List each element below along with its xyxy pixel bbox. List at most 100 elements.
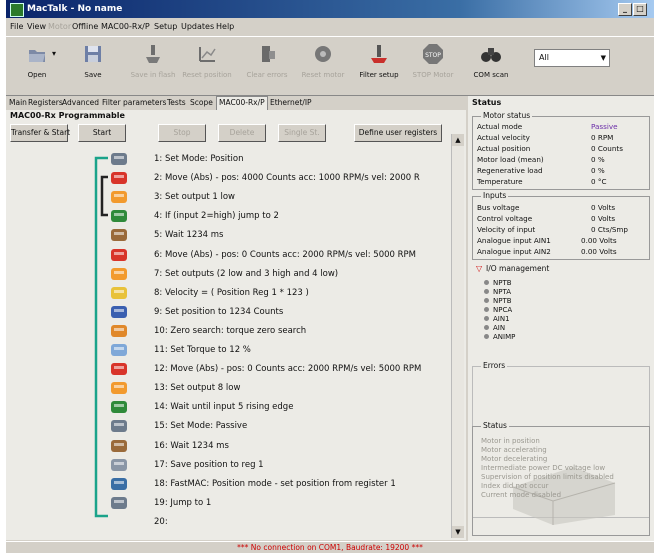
io-led-icon (484, 316, 489, 321)
control-voltage-label: Control voltage (477, 214, 533, 223)
tab-ethernet-ip[interactable]: Ethernet/IP (270, 97, 312, 109)
menu-mac00[interactable]: MAC00-Rx/P (101, 22, 150, 31)
program-line[interactable]: 20: (154, 517, 168, 527)
program-line[interactable]: 19: Jump to 1 (154, 498, 211, 508)
tab-filter-parameters[interactable]: Filter parameters (102, 97, 166, 109)
menu-motor[interactable]: Motor (48, 22, 71, 31)
temperature-value: 0 °C (591, 177, 607, 186)
transfer-start-button[interactable]: Transfer & Start (10, 124, 70, 142)
filter-setup-button[interactable]: Filter setup (356, 41, 402, 91)
io-item-label: AIN1 (493, 315, 510, 323)
fastmac-icon[interactable] (108, 475, 130, 493)
status-flag: Intermediate power DC voltage low (481, 464, 606, 472)
program-line[interactable]: 16: Wait 1234 ms (154, 441, 229, 451)
open-button[interactable]: ▾ Open (14, 41, 60, 91)
calculate-icon[interactable] (108, 284, 130, 302)
stop-button[interactable]: Stop (158, 124, 206, 142)
start-button[interactable]: Start (78, 124, 126, 142)
menu-offline[interactable]: Offline (72, 22, 98, 31)
device-select[interactable]: All ▼ (534, 49, 610, 67)
program-line[interactable]: 3: Set output 1 low (154, 192, 235, 202)
clear-errors-button[interactable]: Clear errors (244, 41, 290, 91)
program-line[interactable]: 9: Set position to 1234 Counts (154, 307, 283, 317)
menu-view[interactable]: View (27, 22, 46, 31)
program-line[interactable]: 17: Save position to reg 1 (154, 460, 264, 470)
move-icon[interactable] (108, 246, 130, 264)
set-mode-icon[interactable] (108, 417, 130, 435)
control-voltage-value: 0 Volts (591, 214, 616, 223)
reset-position-icon (199, 47, 216, 62)
menu-file[interactable]: File (10, 22, 23, 31)
tab-tests[interactable]: Tests (167, 97, 186, 109)
set-torque-icon[interactable] (108, 341, 130, 359)
menu-bar: File View Motor Offline MAC00-Rx/P Setup… (6, 20, 654, 34)
program-line[interactable]: 15: Set Mode: Passive (154, 421, 247, 431)
program-line[interactable]: 5: Wait 1234 ms (154, 230, 223, 240)
save-position-icon[interactable] (108, 456, 130, 474)
io-item-label: NPTB (493, 297, 512, 305)
reset-position-button[interactable]: Reset position (182, 41, 232, 91)
io-item: NPTB (484, 297, 512, 305)
program-line[interactable]: 18: FastMAC: Position mode - set positio… (154, 479, 396, 489)
stop-motor-button[interactable]: STOP STOP Motor (410, 41, 456, 91)
program-scrollbar[interactable]: ▲ ▼ (451, 134, 464, 538)
com-scan-button[interactable]: COM scan (468, 41, 514, 91)
conditional-jump-icon[interactable] (108, 207, 130, 225)
regenerative-load-label: Regenerative load (477, 166, 543, 175)
menu-updates[interactable]: Updates (181, 22, 214, 31)
set-output-icon[interactable] (108, 379, 130, 397)
tab-registers[interactable]: Registers (28, 97, 63, 109)
program-line[interactable]: 8: Velocity = ( Position Reg 1 * 123 ) (154, 288, 309, 298)
status-flag: Motor accelerating (481, 446, 547, 454)
actual-velocity-value: 0 RPM (591, 133, 614, 142)
tab-advanced[interactable]: Advanced (62, 97, 99, 109)
tab-mac00-rxp[interactable]: MAC00-Rx/P (216, 96, 268, 110)
define-user-registers-button[interactable]: Define user registers (354, 124, 442, 142)
program-line[interactable]: 2: Move (Abs) - pos: 4000 Counts acc: 10… (154, 173, 420, 183)
actual-mode-label: Actual mode (477, 122, 523, 131)
io-expand-icon[interactable]: ▽ (476, 264, 482, 273)
scroll-down-arrow[interactable]: ▼ (452, 526, 464, 538)
program-line[interactable]: 14: Wait until input 5 rising edge (154, 402, 293, 412)
program-line[interactable]: 11: Set Torque to 12 % (154, 345, 251, 355)
set-outputs-icon[interactable] (108, 265, 130, 283)
velocity-of-input-value: 0 Cts/Smp (591, 225, 628, 234)
tab-scope[interactable]: Scope (190, 97, 213, 109)
single-step-button[interactable]: Single St. (278, 124, 326, 142)
window-title: MacTalk - No name (27, 4, 123, 14)
io-led-icon (484, 298, 489, 303)
io-led-icon (484, 325, 489, 330)
filter-setup-icon (371, 45, 387, 63)
program-line[interactable]: 12: Move (Abs) - pos: 0 Counts acc: 2000… (154, 364, 421, 374)
jump-icon[interactable] (108, 494, 130, 512)
set-output-icon[interactable] (108, 188, 130, 206)
delete-button[interactable]: Delete (218, 124, 266, 142)
zero-search-icon[interactable] (108, 322, 130, 340)
set-mode-icon[interactable] (108, 150, 130, 168)
maximize-button[interactable]: □ (633, 3, 647, 16)
program-line[interactable]: 13: Set output 8 low (154, 383, 240, 393)
program-line[interactable]: 7: Set outputs (2 low and 3 high and 4 l… (154, 269, 338, 279)
save-in-flash-button[interactable]: Save in flash (130, 41, 176, 91)
program-panel: MAC00-Rx Programmable Transfer & Start S… (6, 110, 466, 540)
program-line[interactable]: 10: Zero search: torque zero search (154, 326, 306, 336)
wait-icon[interactable] (108, 437, 130, 455)
status-bar: *** No connection on COM1, Baudrate: 192… (6, 541, 654, 553)
menu-help[interactable]: Help (216, 22, 234, 31)
save-button[interactable]: Save (70, 41, 116, 91)
clear-errors-label: Clear errors (246, 71, 288, 79)
tab-main[interactable]: Main (9, 97, 27, 109)
move-icon[interactable] (108, 360, 130, 378)
minimize-button[interactable]: _ (618, 3, 632, 16)
program-line[interactable]: 6: Move (Abs) - pos: 0 Counts acc: 2000 … (154, 250, 416, 260)
wait-input-icon[interactable] (108, 398, 130, 416)
wait-icon[interactable] (108, 226, 130, 244)
reset-position-label: Reset position (182, 71, 232, 79)
program-line[interactable]: 4: If (input 2=high) jump to 2 (154, 211, 279, 221)
menu-setup[interactable]: Setup (154, 22, 177, 31)
reset-motor-button[interactable]: Reset motor (300, 41, 346, 91)
scroll-up-arrow[interactable]: ▲ (452, 134, 464, 146)
move-icon[interactable] (108, 169, 130, 187)
set-position-icon[interactable] (108, 303, 130, 321)
program-line[interactable]: 1: Set Mode: Position (154, 154, 243, 164)
